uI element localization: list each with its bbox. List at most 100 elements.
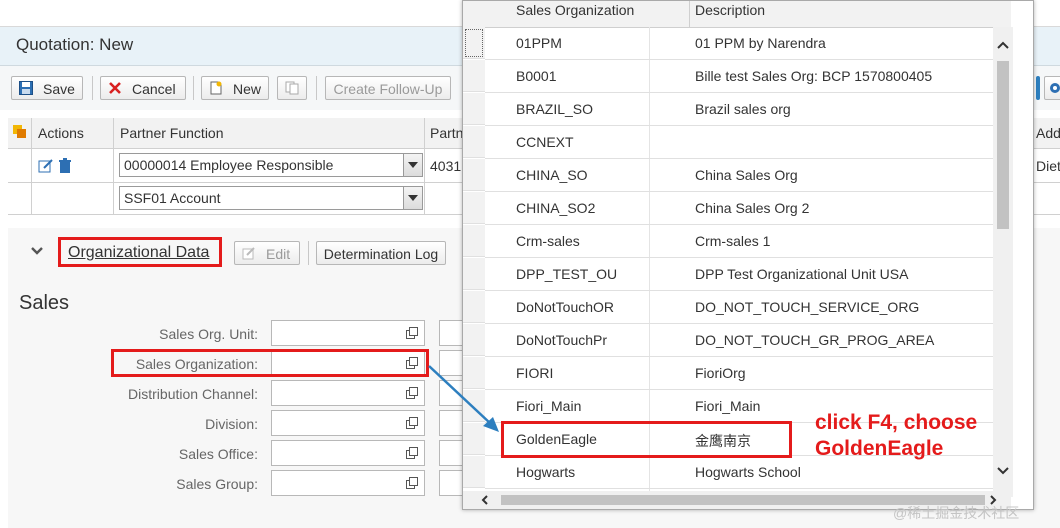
description-cell: Hogwarts School [695, 464, 801, 480]
toolbar-separator [92, 76, 93, 100]
row-selector[interactable] [463, 27, 485, 59]
row-selector[interactable] [463, 93, 485, 125]
header-row-selector [463, 1, 485, 28]
determination-log-button[interactable]: Determination Log [316, 241, 446, 265]
description-cell: China Sales Org [695, 167, 798, 183]
sales-office-input[interactable] [271, 440, 425, 466]
scroll-up-icon[interactable] [997, 41, 1009, 49]
arrow-icon [428, 365, 499, 432]
list-item[interactable]: DoNotTouchOR DO_NOT_TOUCH_SERVICE_ORG [485, 291, 1011, 324]
toolbar-separator [193, 76, 194, 100]
list-item[interactable]: FIORI FioriOrg [485, 357, 1011, 390]
cancel-button[interactable]: Cancel [100, 76, 186, 100]
column-partner: Partn [430, 125, 464, 141]
chevron-down-icon[interactable] [403, 187, 422, 209]
row-selector[interactable] [463, 258, 485, 290]
toolbar-separator [316, 76, 317, 100]
collapse-chevron-icon[interactable] [30, 246, 44, 256]
page-title: Quotation: New [16, 35, 134, 54]
partner-address: Diet [1036, 158, 1060, 174]
organizational-data-highlight [58, 237, 222, 267]
description-cell: Fiori_Main [695, 398, 761, 414]
save-button[interactable]: Save [11, 76, 83, 100]
sales-organization-highlight [111, 349, 429, 377]
sales-group-input[interactable] [271, 470, 425, 496]
sales-organization-cell: B0001 [516, 68, 557, 84]
sales-organization-cell: DoNotTouchPr [516, 332, 608, 348]
partner-function-select[interactable]: 00000014 Employee Responsible [119, 153, 423, 177]
description-cell: Brazil sales org [695, 101, 791, 117]
primary-button-edge[interactable] [1036, 76, 1040, 100]
distribution-channel-input[interactable] [271, 380, 425, 406]
new-document-icon [210, 81, 222, 95]
list-item[interactable]: 01PPM 01 PPM by Narendra [485, 27, 1011, 60]
edit-button[interactable]: Edit [234, 241, 300, 265]
row-selector[interactable] [463, 126, 485, 158]
row-selector[interactable] [463, 225, 485, 257]
column-divider [113, 118, 114, 148]
value-help-icon[interactable] [406, 447, 418, 459]
row-selector[interactable] [463, 159, 485, 191]
sales-organization-cell: BRAZIL_SO [516, 101, 594, 117]
list-item[interactable]: DoNotTouchPr DO_NOT_TOUCH_GR_PROG_AREA [485, 324, 1011, 357]
value-help-icon[interactable] [406, 417, 418, 429]
sales-office-label: Sales Office: [178, 446, 258, 462]
column-divider [424, 118, 425, 148]
vertical-scrollbar[interactable] [993, 27, 1013, 497]
sales-group-label: Sales Group: [176, 476, 258, 492]
sales-organization-cell: Fiori_Main [516, 398, 582, 414]
sales-organization-cell: Hogwarts [516, 464, 576, 480]
list-item[interactable]: CCNEXT [485, 126, 1011, 159]
list-item[interactable]: CHINA_SO2 China Sales Org 2 [485, 192, 1011, 225]
value-help-icon[interactable] [406, 327, 418, 339]
edit-icon [242, 247, 255, 260]
description-cell: DPP Test Organizational Unit USA [695, 266, 909, 282]
partner-number: 4031 [430, 158, 462, 174]
row-selector[interactable] [463, 456, 485, 488]
scroll-left-icon[interactable] [481, 495, 489, 505]
partner-function-select[interactable]: SSF01 Account [119, 186, 423, 210]
sales-organization-cell: FIORI [516, 365, 554, 381]
sales-organization-cell: CHINA_SO2 [516, 200, 596, 216]
row-selector[interactable] [463, 192, 485, 224]
golden-eagle-highlight [501, 421, 792, 458]
list-item[interactable]: CHINA_SO China Sales Org [485, 159, 1011, 192]
sales-organization-cell: 01PPM [516, 35, 562, 51]
row-selector[interactable] [463, 324, 485, 356]
sales-org-unit-input[interactable] [271, 320, 425, 346]
scrollbar-thumb[interactable] [997, 61, 1009, 229]
row-selector[interactable] [463, 60, 485, 92]
list-item[interactable]: BRAZIL_SO Brazil sales org [485, 93, 1011, 126]
sales-org-unit-label: Sales Org. Unit: [159, 326, 258, 342]
sales-organization-cell: Crm-sales [516, 233, 580, 249]
division-label: Division: [205, 416, 258, 432]
column-divider [31, 148, 32, 215]
value-help-icon[interactable] [406, 477, 418, 489]
edit-icon[interactable] [38, 158, 54, 174]
delete-icon[interactable] [58, 158, 72, 174]
column-settings-icon[interactable] [12, 124, 28, 140]
column-partner-function: Partner Function [120, 125, 224, 141]
list-item[interactable]: B0001 Bille test Sales Org: BCP 157080040… [485, 60, 1011, 93]
list-item[interactable]: DPP_TEST_OU DPP Test Organizational Unit … [485, 258, 1011, 291]
value-help-icon[interactable] [406, 387, 418, 399]
settings-button[interactable] [1044, 76, 1060, 100]
sales-organization-cell: CHINA_SO [516, 167, 588, 183]
description-cell: Bille test Sales Org: BCP 1570800405 [695, 68, 933, 84]
gear-icon [1050, 83, 1060, 93]
column-description: Description [695, 2, 766, 18]
description-cell: 01 PPM by Narendra [695, 35, 826, 51]
list-item[interactable]: Crm-sales Crm-sales 1 [485, 225, 1011, 258]
scroll-down-icon[interactable] [997, 467, 1009, 475]
copy-button[interactable] [277, 76, 307, 100]
sales-organization-cell: CCNEXT [516, 134, 574, 150]
column-address: Add [1036, 125, 1060, 141]
chevron-down-icon[interactable] [403, 154, 422, 176]
column-divider [31, 118, 32, 148]
new-button[interactable]: New [201, 76, 269, 100]
column-divider [689, 1, 690, 27]
popup-table-header: Sales Organization Description [485, 1, 1011, 28]
create-follow-up-button[interactable]: Create Follow-Up [325, 76, 451, 100]
row-selector[interactable] [463, 291, 485, 323]
division-input[interactable] [271, 410, 425, 436]
